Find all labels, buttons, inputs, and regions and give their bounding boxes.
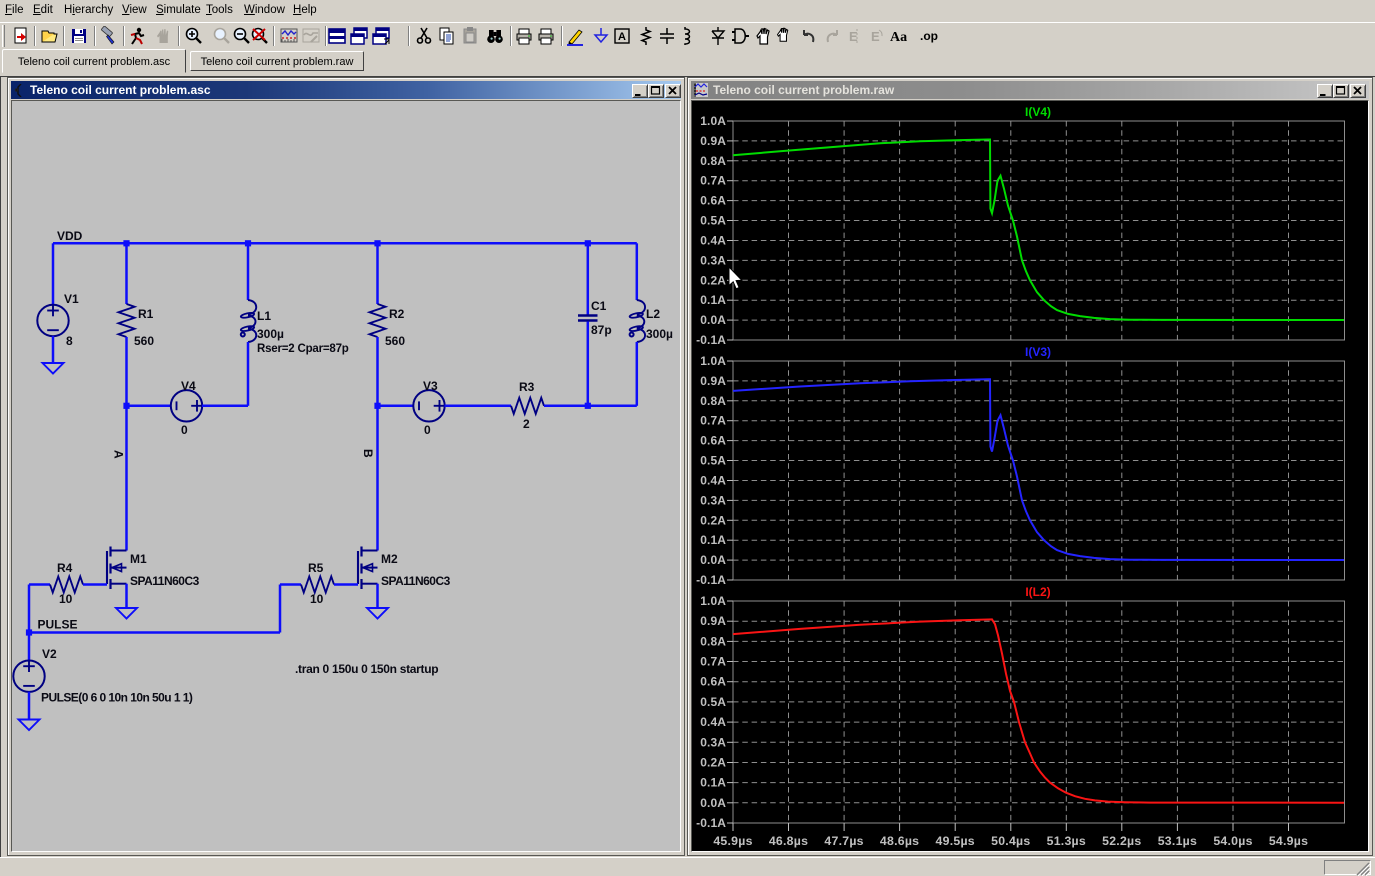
- svg-text:0.1A: 0.1A: [700, 293, 726, 307]
- svg-text:0.3A: 0.3A: [700, 493, 726, 507]
- svg-text:R5: R5: [308, 561, 324, 575]
- svg-text:49.5µs: 49.5µs: [936, 834, 975, 848]
- svg-text:M1: M1: [130, 552, 147, 566]
- svg-text:87p: 87p: [591, 323, 612, 337]
- svg-text:VDD: VDD: [57, 229, 83, 243]
- svg-text:I(L2): I(L2): [1025, 585, 1050, 599]
- svg-text:0.8A: 0.8A: [700, 394, 726, 408]
- svg-text:C1: C1: [591, 299, 607, 313]
- svg-text:1.0A: 1.0A: [700, 354, 726, 368]
- svg-text:PULSE: PULSE: [38, 618, 78, 632]
- svg-text:54.9µs: 54.9µs: [1269, 834, 1308, 848]
- svg-text:-0.1A: -0.1A: [696, 573, 726, 587]
- svg-text:R4: R4: [57, 561, 73, 575]
- svg-text:0.7A: 0.7A: [700, 655, 726, 669]
- svg-text:L2: L2: [646, 307, 660, 321]
- svg-text:2: 2: [523, 417, 530, 431]
- svg-text:0.3A: 0.3A: [700, 253, 726, 267]
- svg-text:B: B: [361, 449, 375, 458]
- svg-text:50.4µs: 50.4µs: [991, 834, 1030, 848]
- svg-text:E: E: [871, 29, 880, 44]
- svg-text:0.0A: 0.0A: [700, 553, 726, 567]
- svg-text:0.4A: 0.4A: [700, 474, 726, 488]
- svg-text:R3: R3: [519, 380, 535, 394]
- svg-text:V3: V3: [423, 379, 438, 393]
- svg-text:0.5A: 0.5A: [700, 454, 726, 468]
- svg-text:0.2A: 0.2A: [700, 513, 726, 527]
- svg-text:-0.1A: -0.1A: [696, 333, 726, 347]
- svg-text:SPA11N60C3: SPA11N60C3: [381, 574, 451, 588]
- svg-text:0.2A: 0.2A: [700, 273, 726, 287]
- svg-text:0.6A: 0.6A: [700, 434, 726, 448]
- svg-text:V4: V4: [181, 379, 196, 393]
- svg-text:1.0A: 1.0A: [700, 114, 726, 128]
- svg-text:0.7A: 0.7A: [700, 174, 726, 188]
- svg-text:560: 560: [134, 334, 154, 348]
- svg-text:I(V4): I(V4): [1025, 105, 1051, 119]
- svg-text:0.0A: 0.0A: [700, 796, 726, 810]
- svg-text:0.3A: 0.3A: [700, 735, 726, 749]
- svg-text:0.9A: 0.9A: [700, 374, 726, 388]
- svg-text:0.1A: 0.1A: [700, 776, 726, 790]
- svg-text:10: 10: [310, 592, 324, 606]
- svg-text:45.9µs: 45.9µs: [713, 834, 752, 848]
- svg-text:V2: V2: [42, 647, 57, 661]
- svg-text:0: 0: [424, 423, 431, 437]
- svg-text:0.1A: 0.1A: [700, 533, 726, 547]
- svg-text:0.4A: 0.4A: [700, 234, 726, 248]
- svg-text:51.3µs: 51.3µs: [1047, 834, 1086, 848]
- svg-text:560: 560: [385, 334, 405, 348]
- svg-text:A: A: [618, 31, 626, 43]
- svg-text:I(V3): I(V3): [1025, 345, 1051, 359]
- svg-text:R2: R2: [389, 307, 405, 321]
- svg-text:0.5A: 0.5A: [700, 695, 726, 709]
- svg-text:0.8A: 0.8A: [700, 634, 726, 648]
- svg-text:10: 10: [59, 592, 73, 606]
- svg-text:8: 8: [66, 334, 73, 348]
- svg-text:SPA11N60C3: SPA11N60C3: [130, 574, 200, 588]
- svg-text:A: A: [112, 450, 126, 459]
- svg-text:Rser=2 Cpar=87p: Rser=2 Cpar=87p: [257, 343, 349, 355]
- svg-text:0.8A: 0.8A: [700, 154, 726, 168]
- svg-text:0.6A: 0.6A: [700, 194, 726, 208]
- svg-text:1.0A: 1.0A: [700, 594, 726, 608]
- svg-text:0.7A: 0.7A: [700, 414, 726, 428]
- svg-text:V1: V1: [64, 292, 79, 306]
- svg-text:Aa: Aa: [890, 30, 907, 45]
- svg-text:0: 0: [181, 423, 188, 437]
- svg-text:48.6µs: 48.6µs: [880, 834, 919, 848]
- svg-text:.tran 0 150u 0 150n startup: .tran 0 150u 0 150n startup: [295, 662, 438, 676]
- svg-text:54.0µs: 54.0µs: [1213, 834, 1252, 848]
- svg-text:300µ: 300µ: [257, 327, 284, 341]
- svg-text:M2: M2: [381, 552, 398, 566]
- svg-text:47.7µs: 47.7µs: [824, 834, 863, 848]
- svg-text:0.9A: 0.9A: [700, 134, 726, 148]
- svg-text:300µ: 300µ: [646, 327, 673, 341]
- svg-text:52.2µs: 52.2µs: [1102, 834, 1141, 848]
- svg-text:R1: R1: [138, 307, 154, 321]
- svg-text:0.4A: 0.4A: [700, 715, 726, 729]
- svg-text:.op: .op: [920, 29, 938, 43]
- svg-text:0.5A: 0.5A: [700, 214, 726, 228]
- svg-text:53.1µs: 53.1µs: [1158, 834, 1197, 848]
- svg-text:46.8µs: 46.8µs: [769, 834, 808, 848]
- svg-text:PULSE(0 6 0 10n 10n 50u 1 1): PULSE(0 6 0 10n 10n 50u 1 1): [41, 691, 193, 705]
- svg-text:L1: L1: [257, 309, 271, 323]
- svg-text:-0.1A: -0.1A: [696, 816, 726, 830]
- svg-text:0.0A: 0.0A: [700, 313, 726, 327]
- svg-text:0.2A: 0.2A: [700, 756, 726, 770]
- svg-text:0.6A: 0.6A: [700, 675, 726, 689]
- svg-text:0.9A: 0.9A: [700, 614, 726, 628]
